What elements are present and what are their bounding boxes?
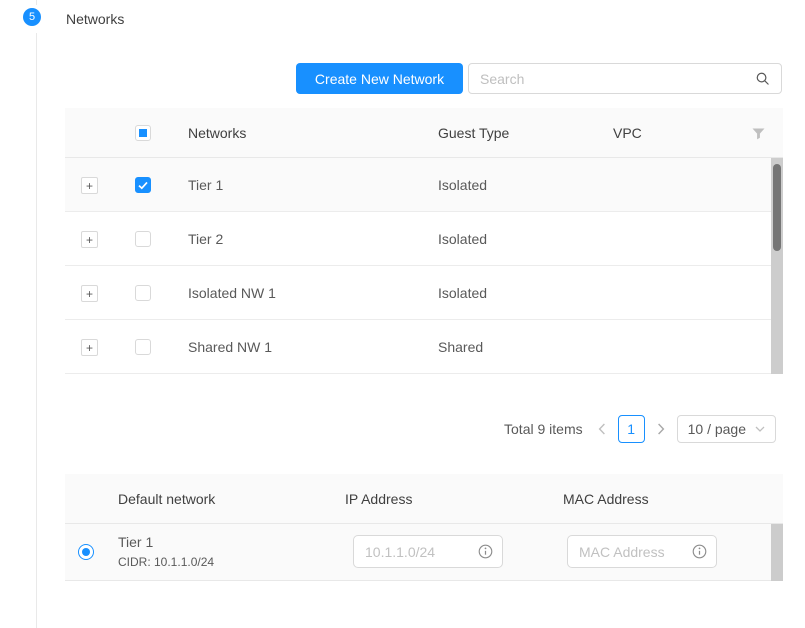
network-name: Tier 2 [188,212,223,266]
network-row-tier1[interactable]: + Tier 1 Isolated [65,158,783,212]
pagination-prev-button[interactable] [595,415,609,443]
mac-address-input[interactable] [579,544,692,560]
network-row-isolated-nw1[interactable]: + Isolated NW 1 Isolated [65,266,783,320]
networks-step-page: { "step": { "number": "5", "title": "Net… [0,0,805,628]
mac-address-field[interactable] [567,535,717,568]
chevron-right-icon [657,423,665,435]
expand-row-button[interactable]: + [81,339,98,356]
row-checkbox[interactable] [135,231,151,247]
check-icon [138,181,148,190]
default-network-row-tier1[interactable]: Tier 1 CIDR: 10.1.1.0/24 [65,524,783,581]
guest-type: Isolated [438,266,487,320]
guest-type: Isolated [438,212,487,266]
step-number: 5 [29,11,35,23]
info-icon[interactable] [692,544,707,559]
step-connector-top [36,0,37,5]
column-header-ip-address: IP Address [345,474,412,524]
column-header-vpc: VPC [613,108,642,158]
networks-table: Networks Guest Type VPC + Tier 1 Isolate… [65,108,783,374]
table-scrollbar-thumb[interactable] [773,164,781,251]
network-name: Shared NW 1 [188,320,272,374]
network-name: Tier 1 [188,158,223,212]
expand-row-button[interactable]: + [81,177,98,194]
row-checkbox[interactable] [135,285,151,301]
chevron-down-icon [755,426,765,432]
step-number-badge: 5 [23,8,41,26]
filter-icon[interactable] [752,127,765,143]
row-checkbox-checked[interactable] [135,177,151,193]
guest-type: Shared [438,320,483,374]
page-size-select[interactable]: 10 / page [677,415,776,443]
create-new-network-button[interactable]: Create New Network [296,63,463,94]
networks-table-header: Networks Guest Type VPC [65,108,783,158]
search-box[interactable] [468,63,782,94]
default-network-radio[interactable] [78,544,94,560]
search-input[interactable] [480,71,755,87]
column-header-default-network: Default network [118,474,215,524]
network-name: Isolated NW 1 [188,266,276,320]
default-network-name: Tier 1 [118,534,153,550]
default-network-table: Default network IP Address MAC Address T… [65,474,783,581]
chevron-left-icon [598,423,606,435]
search-icon[interactable] [755,71,770,86]
table-scrollbar-track[interactable] [771,524,783,581]
default-network-table-header: Default network IP Address MAC Address [65,474,783,524]
table-scrollbar-track[interactable] [771,158,783,374]
column-header-guest-type: Guest Type [438,108,509,158]
guest-type: Isolated [438,158,487,212]
network-row-shared-nw1[interactable]: + Shared NW 1 Shared [65,320,783,374]
pagination-total: Total 9 items [504,421,583,437]
expand-row-button[interactable]: + [81,231,98,248]
pagination: Total 9 items 1 10 / page [504,415,776,443]
networks-step-content: Create New Network Networks Guest Type V… [65,0,783,628]
pagination-next-button[interactable] [654,415,668,443]
column-header-networks: Networks [188,108,246,158]
network-row-tier2[interactable]: + Tier 2 Isolated [65,212,783,266]
page-size-value: 10 / page [688,421,746,437]
step-connector-line [36,33,37,628]
row-checkbox[interactable] [135,339,151,355]
expand-row-button[interactable]: + [81,285,98,302]
ip-address-input[interactable] [365,544,478,560]
pagination-page-1[interactable]: 1 [618,415,645,443]
column-header-mac-address: MAC Address [563,474,649,524]
select-all-checkbox[interactable] [135,125,151,141]
ip-address-field[interactable] [353,535,503,568]
info-icon[interactable] [478,544,493,559]
default-network-cidr: CIDR: 10.1.1.0/24 [118,555,214,569]
